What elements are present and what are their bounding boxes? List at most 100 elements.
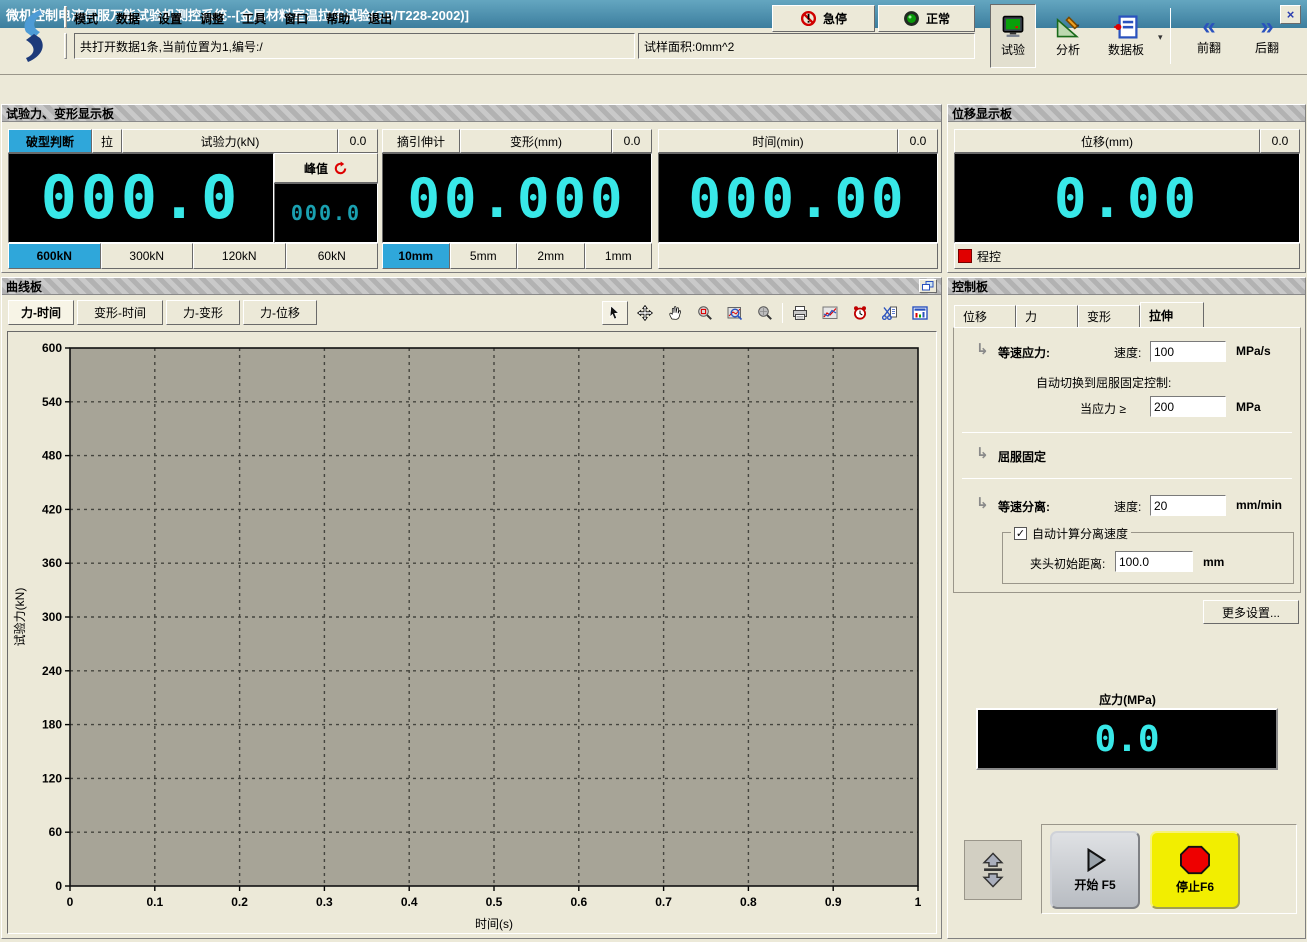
svg-text:300: 300	[42, 610, 62, 624]
force-range-120kN[interactable]: 120kN	[193, 243, 286, 269]
extensometer-button[interactable]: 摘引伸计	[382, 129, 460, 153]
tab-force-displacement[interactable]: 力-位移	[243, 300, 317, 325]
when-stress-input[interactable]	[1150, 396, 1226, 417]
restore-panel-button[interactable]	[919, 279, 937, 293]
stress-display-value: 0.0	[1094, 719, 1159, 760]
zoom-out-icon	[757, 305, 773, 321]
time-header-label: 时间(min)	[752, 133, 803, 150]
prev-page-button[interactable]: « 前翻	[1182, 4, 1236, 68]
zoom-region-button[interactable]	[722, 301, 748, 325]
deform-range-10mm-label: 10mm	[398, 249, 433, 263]
peak-button[interactable]: 峰值	[274, 153, 378, 183]
chart-toolbar	[602, 300, 933, 325]
start-stop-group: 开始 F5 停止F6	[1041, 824, 1297, 914]
menu-item-mode[interactable]: 模式	[74, 10, 98, 27]
when-stress-label: 当应力 ≥	[1080, 400, 1126, 417]
cut-data-button[interactable]	[877, 301, 903, 325]
normal-status-label: 正常	[926, 10, 950, 27]
displacement-aux-text: 0.0	[1272, 134, 1289, 148]
force-range-60kN[interactable]: 60kN	[286, 243, 379, 269]
next-icon: »	[1260, 17, 1273, 37]
divider-1	[962, 432, 1292, 433]
tab-deform-ctl-label: 变形	[1087, 308, 1111, 325]
test-view-button[interactable]: 试验	[990, 4, 1036, 68]
deform-meter: 摘引伸计 变形(mm) 0.0 00.000 10mm 5mm 2mm 1mm	[382, 129, 652, 269]
displacement-header-label: 位移(mm)	[1081, 133, 1133, 150]
pan-button[interactable]	[662, 301, 688, 325]
force-range-600kN[interactable]: 600kN	[8, 243, 101, 269]
branch-arrow-icon-1: ↳	[976, 340, 989, 358]
analysis-button[interactable]: 分析	[1044, 4, 1092, 68]
more-settings-button[interactable]: 更多设置...	[1203, 600, 1299, 624]
menu-item-window[interactable]: 窗口	[284, 10, 308, 27]
zoom-in-button[interactable]	[692, 301, 718, 325]
break-judge-button[interactable]: 破型判断	[8, 129, 92, 153]
separation-speed-input[interactable]	[1150, 495, 1226, 516]
const-stress-speed-input[interactable]	[1150, 341, 1226, 362]
deform-range-2mm[interactable]: 2mm	[517, 243, 585, 269]
deform-range-5mm[interactable]: 5mm	[450, 243, 518, 269]
svg-text:时间(s): 时间(s)	[475, 917, 513, 931]
time-display: 000.00	[658, 153, 938, 243]
tab-force-ctl[interactable]: 力	[1016, 305, 1078, 327]
select-cursor-button[interactable]	[602, 301, 628, 325]
deform-aux-text: 0.0	[624, 134, 641, 148]
menu-item-settings[interactable]: 设置	[158, 10, 182, 27]
timer-button[interactable]	[847, 301, 873, 325]
compare-curves-button[interactable]	[817, 301, 843, 325]
displacement-header-button[interactable]: 位移(mm)	[954, 129, 1260, 153]
auto-calc-checkbox[interactable]: ✓	[1014, 527, 1027, 540]
data-panel-button[interactable]	[907, 301, 933, 325]
tab-force-deform[interactable]: 力-变形	[166, 300, 240, 325]
compare-curves-icon	[822, 305, 838, 321]
tab-force-time[interactable]: 力-时间	[8, 300, 74, 325]
time-header-button[interactable]: 时间(min)	[658, 129, 898, 153]
menu-item-data[interactable]: 数据	[116, 10, 140, 27]
auto-calc-group: ✓ 自动计算分离速度 夹头初始距离: mm	[1002, 532, 1294, 584]
yield-hold-label: 屈服固定	[998, 448, 1046, 465]
move-icon	[637, 305, 653, 321]
deform-header-button[interactable]: 变形(mm)	[460, 129, 612, 153]
menu-item-adjust[interactable]: 调整	[200, 10, 224, 27]
pull-direction-button[interactable]: 拉	[92, 129, 122, 153]
tab-deform-time-label: 变形-时间	[94, 304, 146, 321]
normal-status-button[interactable]: 正常	[878, 5, 975, 32]
zoom-in-icon	[697, 305, 713, 321]
databoard-button[interactable]: 数据板	[1096, 4, 1156, 68]
grip-distance-input[interactable]	[1115, 551, 1193, 572]
time-aux-text: 0.0	[910, 134, 927, 148]
tension-tab-content: ↳ 等速应力: 速度: MPa/s 自动切换到屈服固定控制: 当应力 ≥ MPa…	[953, 327, 1301, 593]
auto-calc-label: 自动计算分离速度	[1032, 525, 1128, 542]
databoard-dropdown-icon[interactable]: ▾	[1158, 32, 1163, 43]
move-button[interactable]	[632, 301, 658, 325]
stop-button[interactable]: 停止F6	[1150, 831, 1240, 909]
menu-item-tools[interactable]: 工具	[242, 10, 266, 27]
auto-calc-row: ✓ 自动计算分离速度	[1011, 525, 1131, 542]
jog-button[interactable]	[964, 840, 1022, 900]
force-display-value: 000.0	[41, 163, 242, 233]
menu-item-exit[interactable]: 退出	[368, 10, 392, 27]
next-page-button[interactable]: » 后翻	[1240, 4, 1294, 68]
deform-range-10mm[interactable]: 10mm	[382, 243, 450, 269]
force-range-300kN[interactable]: 300kN	[101, 243, 194, 269]
peak-display: 000.0	[274, 183, 378, 243]
tab-displacement-ctl[interactable]: 位移	[954, 305, 1016, 327]
emergency-stop-button[interactable]: 急停	[772, 5, 875, 32]
svg-text:240: 240	[42, 664, 62, 678]
tab-deform-time[interactable]: 变形-时间	[77, 300, 163, 325]
start-button[interactable]: 开始 F5	[1050, 831, 1140, 909]
zoom-out-button[interactable]	[752, 301, 778, 325]
print-icon	[792, 305, 808, 321]
peak-reset-icon	[333, 161, 348, 176]
force-header-label: 试验力(kN)	[201, 133, 260, 150]
deform-range-1mm[interactable]: 1mm	[585, 243, 653, 269]
tab-tension-ctl[interactable]: 拉伸	[1140, 302, 1204, 327]
chart[interactable]: 06012018024030036042048054060000.10.20.3…	[7, 331, 937, 934]
force-deform-panel-title: 试验力、变形显示板	[6, 105, 114, 122]
force-header-button[interactable]: 试验力(kN)	[122, 129, 338, 153]
displacement-panel: 位移显示板 位移(mm) 0.0 0.00 程控	[947, 104, 1306, 273]
print-button[interactable]	[787, 301, 813, 325]
tab-deform-ctl[interactable]: 变形	[1078, 305, 1140, 327]
force-aux-text: 0.0	[350, 134, 367, 148]
menu-item-help[interactable]: 帮助	[326, 10, 350, 27]
